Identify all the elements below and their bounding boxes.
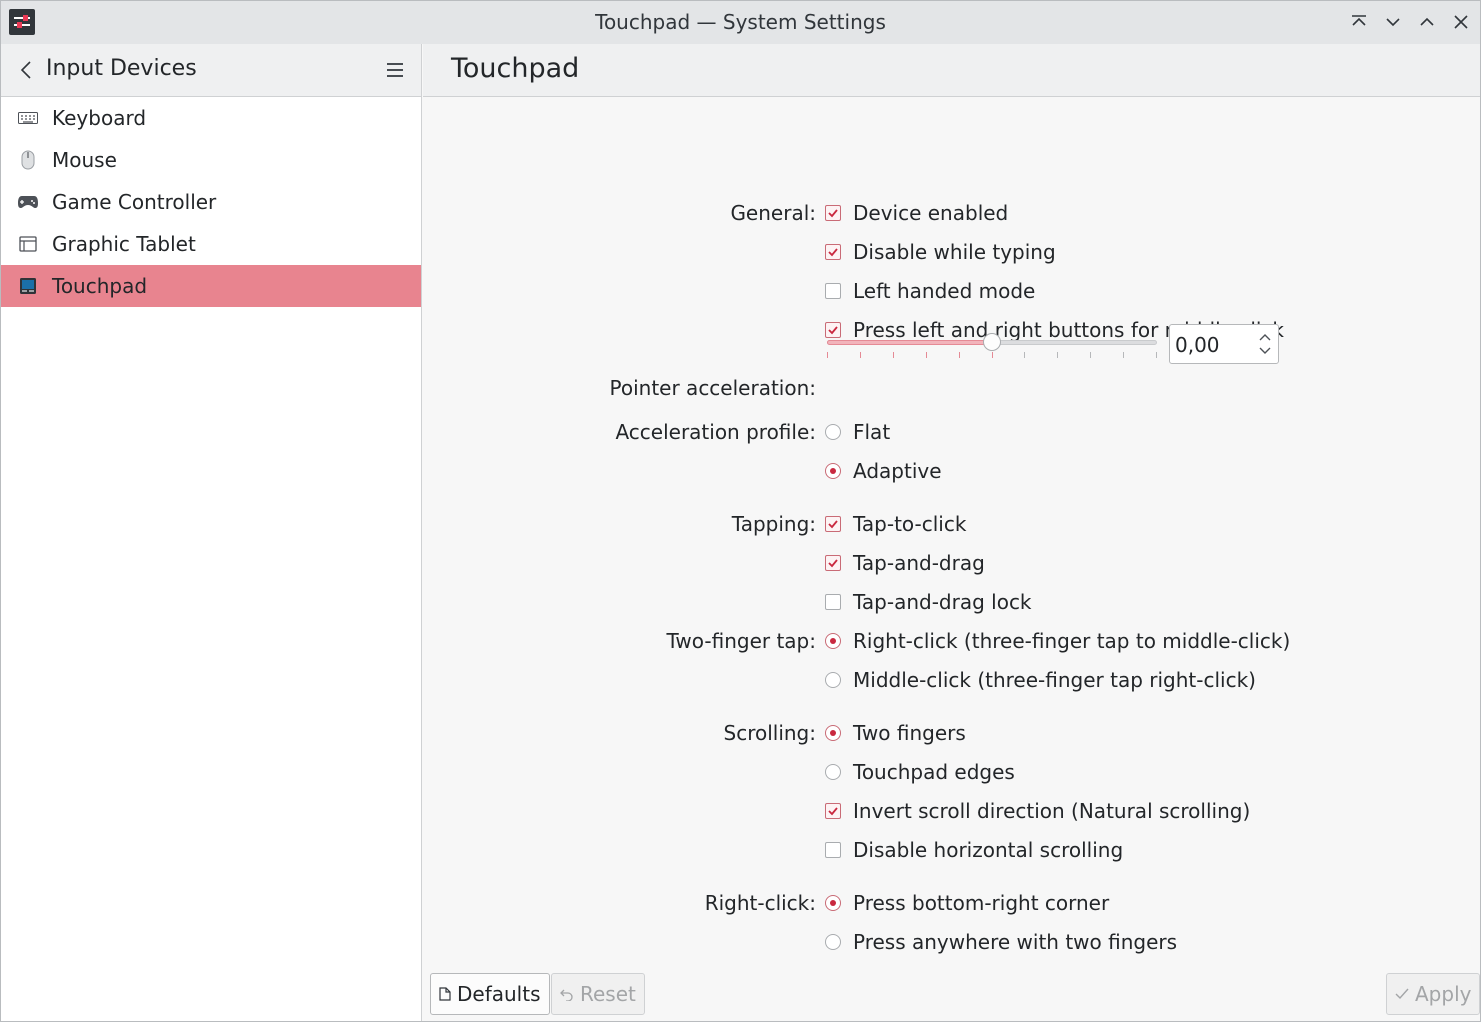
chevron-down-icon [1386,18,1400,27]
slider-tick [959,352,960,358]
window-title: Touchpad — System Settings [595,10,886,34]
main-header: Touchpad [423,44,1480,97]
close-icon [1454,15,1468,29]
sidebar-item-graphic-tablet[interactable]: Graphic Tablet [1,223,421,265]
slider-tick [860,352,861,358]
right-click-two-fingers-radio[interactable]: Press anywhere with two fingers [825,930,1177,954]
general-label: General: [730,201,816,225]
radio-circle [825,764,841,780]
sidebar-item-label: Graphic Tablet [52,232,196,256]
slider-tick [1123,352,1124,358]
radio-circle [825,934,841,950]
system-settings-window: Touchpad — System Settings Input Devices… [0,0,1481,1022]
undo-icon [560,989,573,1001]
main-panel: Touchpad General: Device enabled Disable… [423,44,1480,1021]
spin-arrows-icon[interactable] [1258,331,1272,357]
pointer-acceleration-spinbox[interactable]: 0,00 [1169,324,1279,364]
page-title: Touchpad [451,53,580,84]
tablet-icon [17,234,39,254]
title-bar[interactable]: Touchpad — System Settings [1,1,1480,44]
radio-circle [825,672,841,688]
minimize-button[interactable] [1381,10,1405,34]
tap-to-click-checkbox[interactable]: Tap-to-click [825,512,966,536]
slider-tick [893,352,894,358]
radio-circle [825,895,841,911]
apply-button[interactable]: Apply [1386,973,1480,1015]
left-handed-mode-checkbox[interactable]: Left handed mode [825,279,1035,303]
sidebar-header: Input Devices [1,44,421,97]
keep-above-icon [1352,15,1366,26]
checkmark-icon [1395,988,1409,1000]
checkbox-box [825,842,841,858]
device-enabled-checkbox[interactable]: Device enabled [825,201,1008,225]
close-button[interactable] [1449,10,1473,34]
acceleration-profile-label: Acceleration profile: [615,420,816,444]
defaults-button[interactable]: Defaults [430,973,550,1015]
radio-circle [825,463,841,479]
slider-tick [992,352,993,358]
check-icon [825,803,841,819]
scrolling-label: Scrolling: [723,721,817,745]
sidebar-item-label: Keyboard [52,106,147,130]
pointer-acceleration-label: Pointer acceleration: [609,376,816,400]
slider-tick [1090,352,1091,358]
sidebar-item-label: Touchpad [52,274,148,298]
sidebar: Input Devices Keyboard Mouse Game Contro… [1,44,422,1021]
slider-tick [827,352,828,358]
check-icon [825,244,841,260]
check-icon [825,205,841,221]
right-click-corner-radio[interactable]: Press bottom-right corner [825,891,1109,915]
radio-circle [825,725,841,741]
keep-above-button[interactable] [1347,10,1371,34]
two-finger-right-click-radio[interactable]: Right-click (three-finger tap to middle-… [825,629,1290,653]
radio-circle [825,633,841,649]
slider-tick [926,352,927,358]
sidebar-item-label: Game Controller [52,190,217,214]
checkbox-box [825,283,841,299]
disable-while-typing-checkbox[interactable]: Disable while typing [825,240,1056,264]
hamburger-menu-icon[interactable] [383,59,407,81]
slider-tick [1156,352,1157,358]
sidebar-item-mouse[interactable]: Mouse [1,139,421,181]
back-arrow-icon[interactable] [15,58,37,82]
tapping-label: Tapping: [731,512,816,536]
natural-scrolling-checkbox[interactable]: Invert scroll direction (Natural scrolli… [825,799,1250,823]
pointer-acceleration-slider[interactable] [827,330,1157,358]
chevron-up-icon [1420,17,1434,26]
two-finger-middle-click-radio[interactable]: Middle-click (three-finger tap right-cli… [825,668,1256,692]
checkbox-box [825,594,841,610]
spinbox-value: 0,00 [1175,333,1220,357]
check-icon [825,516,841,532]
scroll-touchpad-edges-radio[interactable]: Touchpad edges [825,760,1015,784]
keyboard-icon [17,108,39,128]
radio-circle [825,424,841,440]
tap-and-drag-lock-checkbox[interactable]: Tap-and-drag lock [825,590,1032,614]
touchpad-icon [17,276,39,296]
maximize-button[interactable] [1415,10,1439,34]
disable-horizontal-scrolling-checkbox[interactable]: Disable horizontal scrolling [825,838,1123,862]
slider-handle[interactable] [983,333,1001,351]
mouse-icon [17,150,39,170]
tap-and-drag-checkbox[interactable]: Tap-and-drag [825,551,985,575]
slider-tick [1057,352,1058,358]
profile-flat-radio[interactable]: Flat [825,420,890,444]
sidebar-item-touchpad[interactable]: Touchpad [1,265,421,307]
gamepad-icon [17,192,39,212]
right-click-label: Right-click: [704,891,816,915]
slider-tick [1024,352,1025,358]
scroll-two-fingers-radio[interactable]: Two fingers [825,721,966,745]
reset-button[interactable]: Reset [551,973,645,1015]
sidebar-item-keyboard[interactable]: Keyboard [1,97,421,139]
sidebar-title: Input Devices [46,56,197,81]
profile-adaptive-radio[interactable]: Adaptive [825,459,942,483]
two-finger-tap-label: Two-finger tap: [666,629,816,653]
sidebar-list: Keyboard Mouse Game Controller Graphic T… [1,97,421,307]
check-icon [825,555,841,571]
document-icon [439,987,451,1001]
sidebar-item-label: Mouse [52,148,117,172]
sidebar-item-game-controller[interactable]: Game Controller [1,181,421,223]
